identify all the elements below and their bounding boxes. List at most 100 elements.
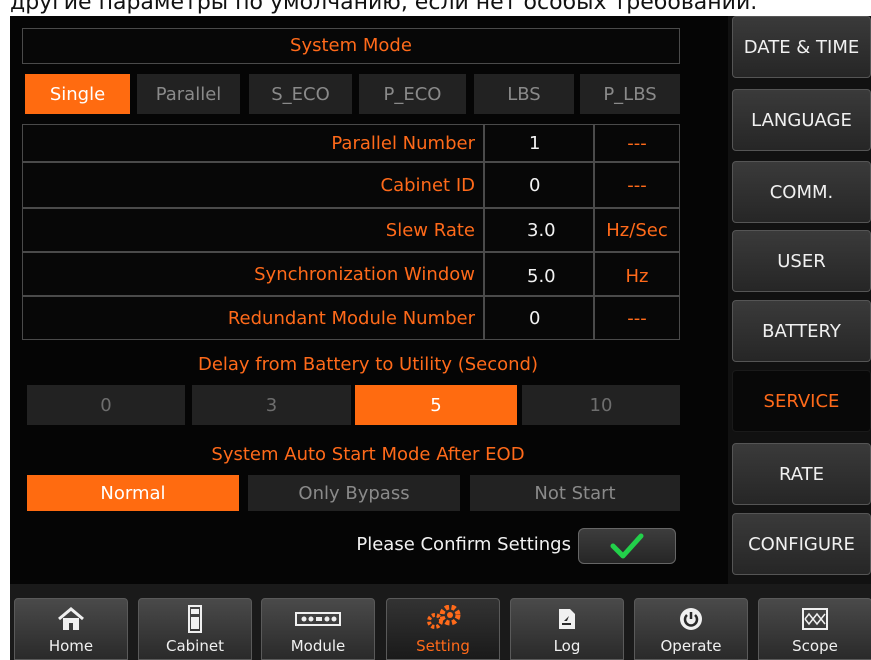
sidebar-item-date-time[interactable]: DATE & TIME <box>732 16 871 78</box>
param-label-cell: Slew Rate <box>22 208 484 252</box>
ups-screen: System Mode Single Parallel S_ECO P_ECO … <box>10 16 871 660</box>
nav-label: Module <box>290 637 346 655</box>
param-label-cell: Redundant Module Number <box>22 296 484 340</box>
sidebar-item-language[interactable]: LANGUAGE <box>732 89 871 151</box>
sidebar-item-battery[interactable]: BATTERY <box>732 300 871 362</box>
auto-normal-label: Normal <box>100 482 166 504</box>
auto-not-start-label: Not Start <box>534 482 616 504</box>
log-icon <box>511 605 623 633</box>
sidebar-item-rate[interactable]: RATE <box>732 443 871 505</box>
mode-p-eco-button[interactable]: P_ECO <box>359 74 466 114</box>
param-unit-cell: Hz <box>594 252 680 296</box>
nav-setting[interactable]: Setting <box>386 598 500 660</box>
param-unit-cell: --- <box>594 296 680 340</box>
param-unit: Hz/Sec <box>606 220 668 241</box>
nav-label: Home <box>48 637 94 655</box>
sidebar-item-label: CONFIGURE <box>748 533 855 555</box>
home-icon <box>15 605 127 633</box>
param-unit: Hz <box>625 266 649 287</box>
delay-0-label: 0 <box>100 394 112 416</box>
cabinet-icon <box>139 605 251 633</box>
auto-only-bypass-button[interactable]: Only Bypass <box>248 475 460 511</box>
sidebar-item-label: SERVICE <box>763 390 840 412</box>
param-label-cell: Cabinet ID <box>22 162 484 208</box>
param-label-cell: Synchronization Window <box>22 252 484 296</box>
param-unit: --- <box>627 175 647 196</box>
nav-label: Operate <box>660 637 722 655</box>
mode-parallel-label: Parallel <box>155 83 222 105</box>
mode-p-eco-label: P_ECO <box>383 83 442 105</box>
system-mode-title: System Mode <box>290 35 412 56</box>
mode-p-lbs-button[interactable]: P_LBS <box>580 74 680 114</box>
sidebar-item-comm[interactable]: COMM. <box>732 161 871 223</box>
delay-3-label: 3 <box>265 394 278 416</box>
sidebar-item-service[interactable]: SERVICE <box>732 370 871 432</box>
nav-cabinet[interactable]: Cabinet <box>138 598 252 660</box>
delay-5-button[interactable]: 5 <box>355 385 517 425</box>
delay-10-button[interactable]: 10 <box>522 385 680 425</box>
nav-operate[interactable]: Operate <box>634 598 748 660</box>
mode-parallel-button[interactable]: Parallel <box>137 74 240 114</box>
bottom-nav: Home Cabinet Module Setting Log Operate … <box>10 584 871 660</box>
sidebar-item-label: DATE & TIME <box>743 36 860 58</box>
param-value-cell[interactable]: 0 <box>484 296 594 340</box>
mode-s-eco-label: S_ECO <box>271 83 330 105</box>
mode-single-button[interactable]: Single <box>25 74 130 114</box>
param-unit-cell: --- <box>594 162 680 208</box>
nav-log[interactable]: Log <box>510 598 624 660</box>
scope-icon <box>759 605 871 633</box>
module-icon <box>262 605 374 633</box>
nav-label: Setting <box>416 637 470 655</box>
mode-lbs-button[interactable]: LBS <box>474 74 574 114</box>
confirm-label: Please Confirm Settings <box>356 534 571 555</box>
auto-normal-button[interactable]: Normal <box>27 475 239 511</box>
param-value: 1 <box>529 133 541 154</box>
mode-p-lbs-label: P_LBS <box>603 83 657 105</box>
param-label: Synchronization Window <box>254 264 475 285</box>
nav-label: Log <box>553 637 581 655</box>
settings-panel: System Mode Single Parallel S_ECO P_ECO … <box>10 16 726 584</box>
mode-s-eco-button[interactable]: S_ECO <box>249 74 352 114</box>
param-label: Cabinet ID <box>380 175 475 196</box>
nav-scope[interactable]: Scope <box>758 598 871 660</box>
sidebar-item-user[interactable]: USER <box>732 230 871 292</box>
system-mode-header: System Mode <box>22 28 680 64</box>
param-value-cell[interactable]: 5.0 <box>484 252 594 296</box>
param-value: 0 <box>529 308 541 329</box>
delay-5-label: 5 <box>430 394 442 416</box>
mode-single-label: Single <box>49 83 106 105</box>
param-label: Parallel Number <box>331 133 475 154</box>
sidebar-item-label: COMM. <box>769 181 834 203</box>
power-icon <box>635 605 747 633</box>
param-unit: --- <box>627 308 647 329</box>
gear-icon <box>387 605 499 633</box>
sidebar-item-label: USER <box>777 250 826 272</box>
param-value: 5.0 <box>527 266 556 287</box>
confirm-button[interactable] <box>578 528 676 564</box>
delay-title: Delay from Battery to Utility (Second) <box>197 354 539 375</box>
nav-label: Scope <box>792 637 838 655</box>
param-value: 0 <box>529 175 541 196</box>
param-value-cell[interactable]: 3.0 <box>484 208 594 252</box>
sidebar-item-label: LANGUAGE <box>751 109 852 131</box>
sidebar: DATE & TIME LANGUAGE COMM. USER BATTERY … <box>728 16 871 584</box>
sidebar-item-label: RATE <box>778 463 825 485</box>
param-value-cell[interactable]: 0 <box>484 162 594 208</box>
mode-lbs-label: LBS <box>507 83 541 105</box>
delay-10-label: 10 <box>589 394 613 416</box>
sidebar-item-configure[interactable]: CONFIGURE <box>732 513 871 575</box>
param-unit-cell: --- <box>594 124 680 162</box>
param-value: 3.0 <box>527 220 556 241</box>
auto-start-title: System Auto Start Mode After EOD <box>211 444 525 465</box>
auto-only-bypass-label: Only Bypass <box>298 482 410 504</box>
auto-not-start-button[interactable]: Not Start <box>470 475 680 511</box>
param-unit: --- <box>627 133 647 154</box>
nav-module[interactable]: Module <box>261 598 375 660</box>
param-value-cell[interactable]: 1 <box>484 124 594 162</box>
delay-0-button[interactable]: 0 <box>27 385 185 425</box>
param-label: Redundant Module Number <box>227 308 475 329</box>
nav-home[interactable]: Home <box>14 598 128 660</box>
delay-3-button[interactable]: 3 <box>192 385 351 425</box>
param-label-cell: Parallel Number <box>22 124 484 162</box>
param-label: Slew Rate <box>385 220 475 241</box>
